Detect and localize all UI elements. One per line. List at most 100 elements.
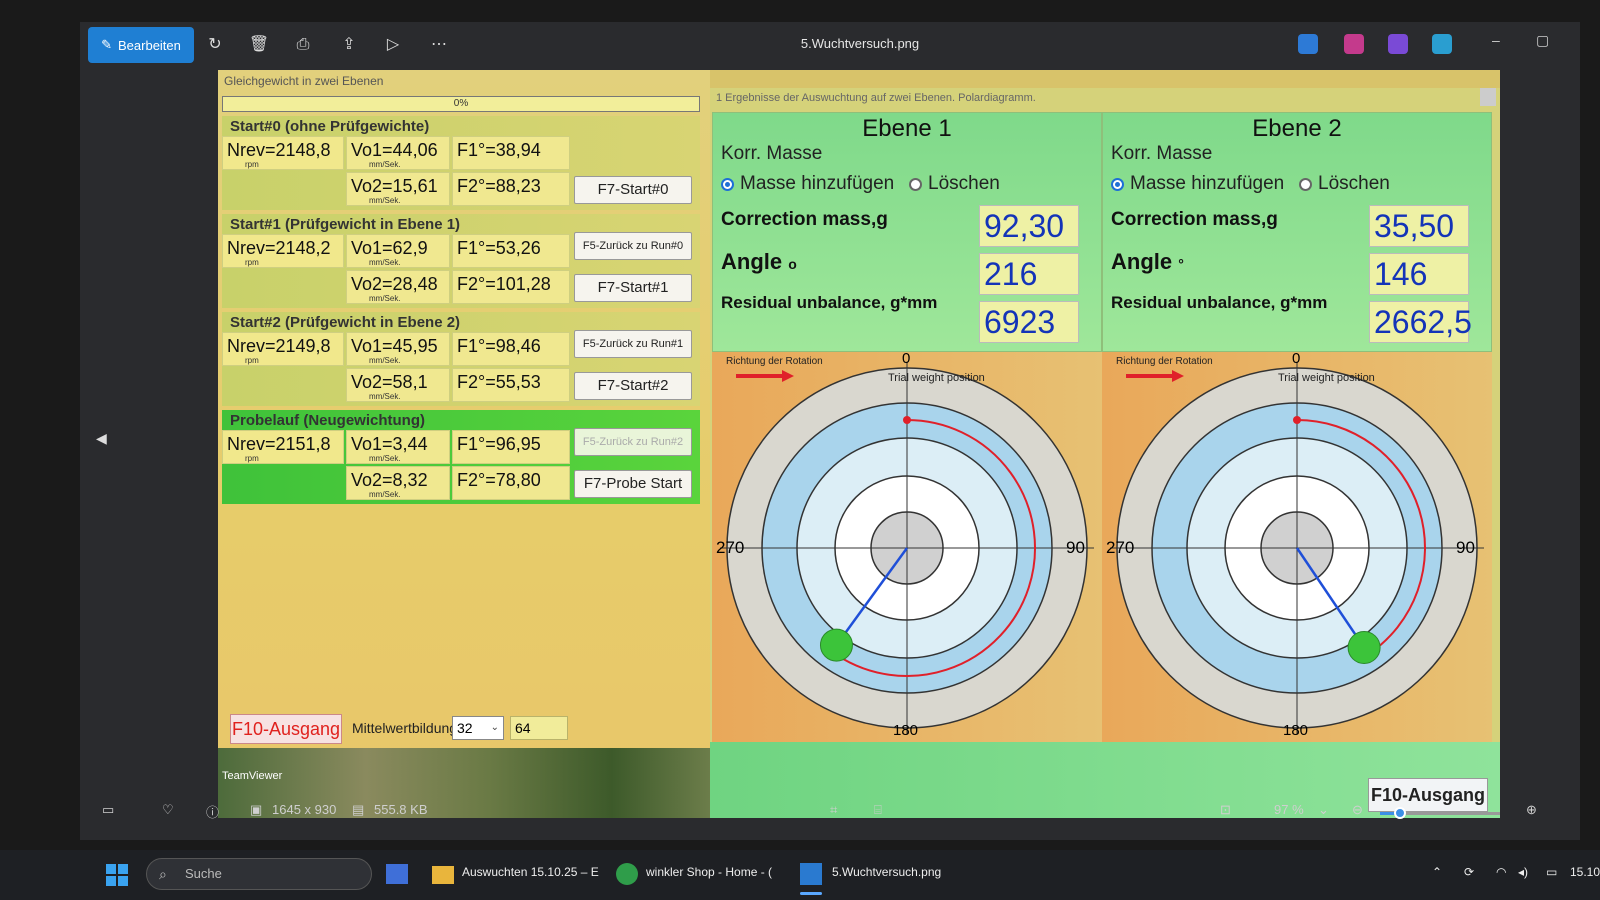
zoom-level[interactable]: 97 % [1274, 802, 1304, 817]
chevron-down-icon: ⌄ [490, 722, 499, 733]
rotate-icon[interactable]: ↻ [204, 34, 226, 56]
angle-label: Angle ° [1111, 249, 1184, 274]
f2-value: F2°=101,28 [452, 270, 570, 304]
minimize-icon[interactable]: – [1492, 32, 1500, 48]
mass-label: Correction mass,g [1111, 209, 1278, 230]
task-view-icon[interactable] [386, 864, 408, 884]
radio-remove-mass[interactable]: Löschen [1299, 173, 1390, 195]
zoom-slider-thumb[interactable] [1394, 807, 1406, 819]
maximize-icon[interactable]: ▢ [1536, 32, 1549, 49]
residual-label: Residual unbalance, g*mm [721, 293, 938, 312]
screenshot-icon[interactable]: ⌗ [830, 802, 837, 818]
panel-title: Gleichgewicht in zwei Ebenen [224, 74, 384, 88]
axis-label-left: 270 [1106, 538, 1135, 557]
back-button[interactable]: F5-Zurück zu Run#0 [574, 232, 692, 260]
axis-label-top: 0 [902, 350, 911, 367]
photos-icon[interactable] [800, 863, 822, 885]
zoom-in-icon[interactable]: ⊕ [1526, 802, 1537, 818]
two-plane-balance-panel: Gleichgewicht in zwei Ebenen 0% Start#0 … [218, 70, 710, 818]
folder-icon[interactable] [432, 866, 454, 884]
radio-selected-icon [721, 177, 734, 191]
axis-label-right: 90 [1066, 538, 1085, 557]
zoom-out-icon[interactable]: ⊖ [1352, 802, 1363, 818]
exit-button[interactable]: F10-Ausgang [230, 714, 342, 744]
f1-value: F1°=96,95 [452, 430, 570, 464]
windows-start-icon[interactable] [106, 864, 128, 886]
rotation-arrowhead-icon [1172, 370, 1184, 382]
wifi-icon[interactable]: ◠ [1496, 865, 1506, 879]
angle-value: 216 [979, 253, 1079, 295]
plane-title: Ebene 2 [1252, 115, 1342, 142]
nrev-value: Nrev=2149,8 rpm [222, 332, 344, 366]
trial-weight-label: Trial weight position [1278, 372, 1375, 384]
taskbar-item-explorer[interactable]: Auswuchten 15.10.25 – E [462, 865, 599, 879]
vo2-value: Vo2=58,1 mm/Sek. [346, 368, 450, 402]
vo2-value: Vo2=28,48 mm/Sek. [346, 270, 450, 304]
run-block-0: Start#0 (ohne Prüfgewichte) Nrev=2148,8 r… [222, 116, 700, 210]
mass-value: 92,30 [979, 205, 1079, 247]
more-icon[interactable]: ⋯ [428, 34, 450, 56]
f2-value: F2°=78,80 [452, 466, 570, 500]
print-icon[interactable]: ⎙ [292, 34, 314, 56]
radio-add-mass[interactable]: Masse hinzufügen [1111, 173, 1284, 195]
clock[interactable]: 15.10 [1570, 865, 1600, 879]
vo1-value: Vo1=45,95 mm/Sek. [346, 332, 450, 366]
edit-button[interactable]: ✎ Bearbeiten [88, 27, 194, 63]
volume-icon[interactable]: ◂) [1518, 865, 1528, 879]
image-content: Gleichgewicht in zwei Ebenen 0% Start#0 … [218, 70, 1500, 818]
start-button[interactable]: F7-Start#2 [574, 372, 692, 400]
rotation-arrowhead-icon [782, 370, 794, 382]
correction-mass-label: Korr. Masse [721, 143, 823, 164]
app-icon-2[interactable] [1344, 34, 1364, 54]
sync-icon[interactable]: ⟳ [1464, 865, 1474, 879]
mass-value: 35,50 [1369, 205, 1469, 247]
app-icon-3[interactable] [1388, 34, 1408, 54]
share-icon[interactable]: ⇪ [338, 34, 360, 56]
app-icon-1[interactable] [1298, 34, 1318, 54]
f1-value: F1°=38,94 [452, 136, 570, 170]
radio-empty-icon [909, 177, 922, 191]
vo2-value: Vo2=15,61 mm/Sek. [346, 172, 450, 206]
status-bar: ▭ ♡ ⓘ ▣ 1645 x 930 ▤ 555.8 KB ⌗ ⌸ ⊡ 97 %… [80, 788, 1580, 830]
cloud-icon[interactable] [1432, 34, 1452, 54]
residual-value: 2662,5 [1369, 301, 1472, 343]
start-button[interactable]: F7-Start#1 [574, 274, 692, 302]
battery-icon[interactable]: ▭ [1546, 865, 1557, 879]
back-button[interactable]: F5-Zurück zu Run#1 [574, 330, 692, 358]
correction-mass-marker [819, 628, 853, 662]
radio-add-mass[interactable]: Masse hinzufügen [721, 173, 894, 195]
results-title: 1 Ergebnisse der Auswuchtung auf zwei Eb… [716, 92, 1036, 104]
text-scan-icon[interactable]: ⌸ [874, 802, 882, 818]
favorite-icon[interactable]: ♡ [162, 802, 174, 818]
filmstrip-icon[interactable]: ▭ [102, 802, 114, 818]
radio-remove-mass[interactable]: Löschen [909, 173, 1000, 195]
nrev-value: Nrev=2151,8 rpm [222, 430, 344, 464]
chrome-icon[interactable] [616, 863, 638, 885]
progress-bar: 0% [222, 96, 700, 112]
f1-value: F1°=98,46 [452, 332, 570, 366]
search-input[interactable]: ⌕ Suche [146, 858, 372, 890]
tray-chevron-icon[interactable]: ⌃ [1432, 865, 1442, 879]
zoom-slider[interactable] [1380, 807, 1500, 819]
fit-icon[interactable]: ⊡ [1220, 802, 1231, 818]
close-icon[interactable] [1480, 88, 1496, 106]
polar-diagram-1: Richtung der Rotation Trial weight posit… [712, 350, 1102, 742]
edit-icon: ✎ [101, 37, 112, 52]
taskbar-item-browser[interactable]: winkler Shop - Home - ( [646, 865, 772, 879]
start-button[interactable]: F7-Start#0 [574, 176, 692, 204]
run-block-2: Start#2 (Prüfgewicht in Ebene 2) Nrev=21… [222, 312, 700, 406]
back-button[interactable]: F5-Zurück zu Run#2 [574, 428, 692, 456]
previous-image-icon[interactable]: ◀ [96, 430, 107, 447]
info-icon[interactable]: ⓘ [206, 802, 219, 821]
image-dimensions: 1645 x 930 [272, 802, 337, 817]
window-title: 5.Wuchtversuch.png [800, 36, 920, 51]
taskbar-item-photos[interactable]: 5.Wuchtversuch.png [832, 865, 941, 879]
delete-icon[interactable]: 🗑 [248, 34, 270, 56]
slideshow-icon[interactable]: ▷ [382, 34, 404, 56]
residual-label: Residual unbalance, g*mm [1111, 293, 1328, 312]
f1-value: F1°=53,26 [452, 234, 570, 268]
averaging-select[interactable]: 32 ⌄ [452, 716, 504, 740]
averaging-value[interactable]: 64 [510, 716, 568, 740]
chevron-down-icon[interactable]: ⌄ [1318, 802, 1329, 818]
start-button[interactable]: F7-Probe Start [574, 470, 692, 498]
